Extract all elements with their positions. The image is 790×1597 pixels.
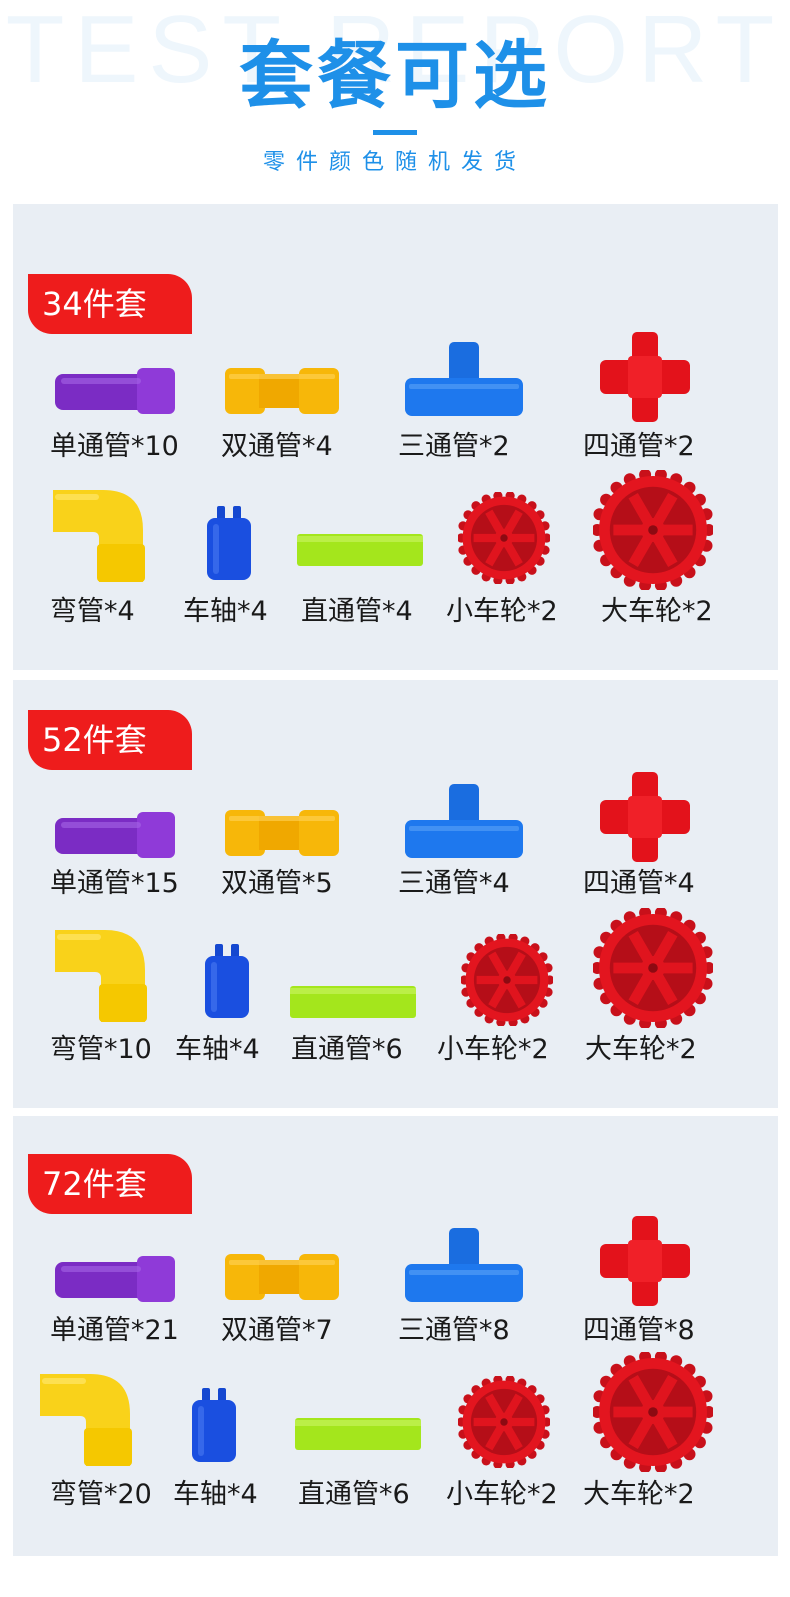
part-label: 弯管*10 — [50, 1034, 152, 1065]
small-red-wheel-icon — [461, 934, 553, 1026]
part-label: 三通管*4 — [398, 868, 510, 899]
part-label: 大车轮*2 — [583, 1479, 695, 1510]
purple-single-pipe-icon — [53, 364, 177, 416]
blue-tee-pipe-icon — [403, 340, 525, 418]
part-label: 车轴*4 — [173, 1479, 258, 1510]
part-label: 大车轮*2 — [585, 1034, 697, 1065]
large-red-wheel-icon — [593, 470, 713, 590]
yellow-elbow-pipe-icon — [53, 926, 149, 1024]
set-name-badge: 34件套 — [28, 274, 192, 334]
part-label: 双通管*4 — [221, 431, 333, 462]
large-red-wheel-icon — [593, 908, 713, 1028]
large-red-wheel-icon — [593, 1352, 713, 1472]
red-cross-pipe-icon — [598, 770, 692, 864]
blue-axle-icon — [188, 1386, 240, 1464]
part-label: 直通管*6 — [298, 1479, 410, 1510]
yellow-elbow-pipe-icon — [51, 486, 147, 584]
yellow-double-pipe-icon — [223, 808, 341, 858]
set-panel: 52件套 单通管*15 双通管*5 三通管*4 四通管*4 弯管*10 车轴*4… — [13, 680, 778, 1108]
purple-single-pipe-icon — [53, 1252, 177, 1304]
part-label: 单通管*15 — [50, 868, 179, 899]
part-label: 单通管*21 — [50, 1315, 179, 1346]
page-header: TEST REPORT 套餐可选 零件颜色随机发货 — [0, 0, 790, 205]
part-label: 车轴*4 — [175, 1034, 260, 1065]
set-panel: 72件套 单通管*21 双通管*7 三通管*8 四通管*8 弯管*20 车轴*4… — [13, 1116, 778, 1556]
part-label: 大车轮*2 — [601, 596, 713, 627]
set-name-badge: 52件套 — [28, 710, 192, 770]
green-straight-pipe-icon — [295, 532, 425, 568]
title-underline — [373, 130, 417, 135]
part-label: 直通管*4 — [301, 596, 413, 627]
part-label: 弯管*20 — [50, 1479, 152, 1510]
red-cross-pipe-icon — [598, 330, 692, 424]
green-straight-pipe-icon — [293, 1416, 423, 1452]
yellow-double-pipe-icon — [223, 1252, 341, 1302]
part-label: 小车轮*2 — [437, 1034, 549, 1065]
yellow-elbow-pipe-icon — [38, 1370, 134, 1468]
part-label: 四通管*8 — [583, 1315, 695, 1346]
part-label: 双通管*5 — [221, 868, 333, 899]
yellow-double-pipe-icon — [223, 366, 341, 416]
part-label: 三通管*2 — [398, 431, 510, 462]
part-label: 弯管*4 — [50, 596, 135, 627]
part-label: 四通管*4 — [583, 868, 695, 899]
part-label: 单通管*10 — [50, 431, 179, 462]
blue-axle-icon — [201, 942, 253, 1020]
set-panel: 34件套 单通管*10 双通管*4 三通管*2 四通管*2 弯管*4 车轴*4 … — [13, 204, 778, 670]
part-label: 四通管*2 — [583, 431, 695, 462]
page-subtitle: 零件颜色随机发货 — [262, 150, 527, 175]
part-label: 直通管*6 — [291, 1034, 403, 1065]
part-label: 小车轮*2 — [446, 1479, 558, 1510]
part-label: 小车轮*2 — [446, 596, 558, 627]
blue-axle-icon — [203, 504, 255, 582]
small-red-wheel-icon — [458, 492, 550, 584]
page-title: 套餐可选 — [239, 33, 551, 119]
green-straight-pipe-icon — [288, 984, 418, 1020]
part-label: 双通管*7 — [221, 1315, 333, 1346]
blue-tee-pipe-icon — [403, 782, 525, 860]
red-cross-pipe-icon — [598, 1214, 692, 1308]
purple-single-pipe-icon — [53, 808, 177, 860]
blue-tee-pipe-icon — [403, 1226, 525, 1304]
small-red-wheel-icon — [458, 1376, 550, 1468]
part-label: 车轴*4 — [183, 596, 268, 627]
set-name-badge: 72件套 — [28, 1154, 192, 1214]
part-label: 三通管*8 — [398, 1315, 510, 1346]
